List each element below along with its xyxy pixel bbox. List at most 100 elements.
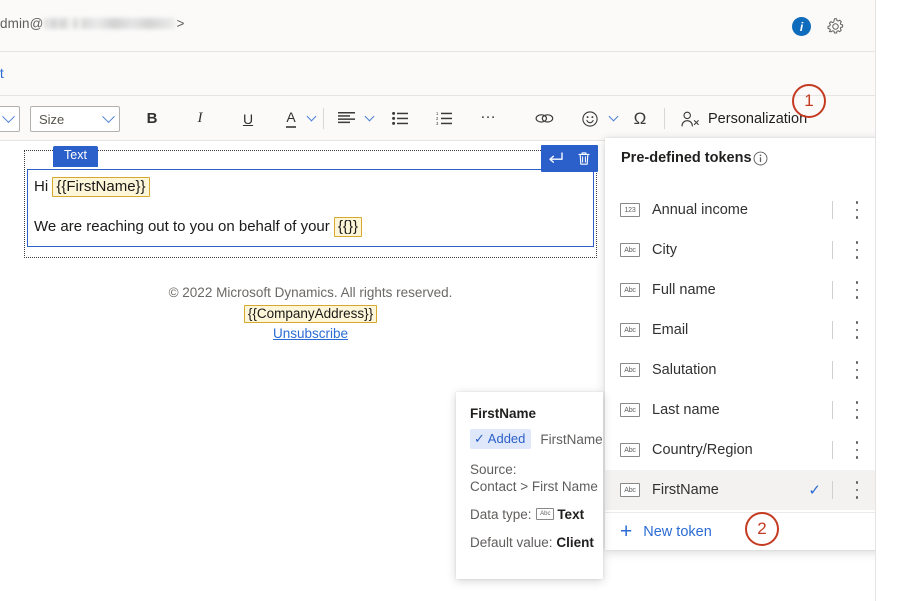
rich-text-toolbar: Size B I U A: [0, 96, 876, 141]
italic-label: I: [198, 110, 203, 127]
right-rail-background: [876, 0, 900, 601]
redacted-domain-part-3: [81, 18, 175, 29]
token-row[interactable]: Abc Email: [605, 310, 877, 350]
token-row-divider: [832, 401, 833, 419]
new-token-label: New token: [643, 524, 712, 540]
redacted-domain-part-2: [72, 18, 79, 29]
subject-text[interactable]: ject: [0, 65, 4, 81]
overflow-label: …: [480, 105, 496, 123]
token-row-more-icon[interactable]: [855, 281, 859, 299]
token-row[interactable]: AbcSalutation: [605, 350, 877, 390]
underline-button[interactable]: U: [234, 96, 262, 141]
token-row-more-icon[interactable]: [855, 441, 859, 459]
token-row[interactable]: Abc Full name: [605, 270, 877, 310]
font-color-dropdown[interactable]: [300, 96, 322, 141]
link-button[interactable]: [530, 96, 558, 141]
plus-icon: +: [620, 521, 632, 542]
token-row-label: Full name: [652, 282, 716, 298]
numbered-list-icon: 1 2 3: [436, 112, 452, 125]
token-row-more-icon[interactable]: [855, 241, 859, 259]
text-type-icon: Abc: [620, 483, 640, 497]
new-token-button[interactable]: + New token: [605, 512, 877, 550]
font-size-value: Size: [39, 112, 98, 127]
token-selected-check-icon: ✓: [808, 481, 821, 499]
from-address-prefix: dmin@: [0, 16, 43, 31]
font-size-select[interactable]: Size: [30, 106, 120, 132]
bulleted-list-button[interactable]: [386, 96, 414, 141]
token-row-divider: [832, 201, 833, 219]
numbered-list-button[interactable]: 1 2 3: [430, 96, 458, 141]
emoji-dropdown[interactable]: [602, 96, 624, 141]
token-row[interactable]: 123 Annual income: [605, 190, 877, 230]
italic-button[interactable]: I: [186, 96, 214, 141]
tooltip-added-row: ✓ Added FirstName: [470, 429, 603, 449]
token-row-divider: [832, 281, 833, 299]
email-footer-unsubscribe-link[interactable]: Unsubscribe: [24, 326, 597, 341]
bulleted-list-icon: [392, 112, 408, 125]
token-row-more-icon[interactable]: [855, 401, 859, 419]
info-circle-icon[interactable]: [753, 151, 768, 166]
redacted-domain-part-1: [44, 18, 70, 29]
from-address: dmin@>: [0, 16, 184, 31]
unsubscribe-label: Unsubscribe: [273, 326, 348, 341]
annotation-1-number: 1: [804, 91, 813, 111]
toolbar-divider-2: [664, 108, 665, 129]
panel-title: Pre-defined tokens: [621, 150, 752, 166]
text-type-icon: Abc: [620, 283, 640, 297]
token-row[interactable]: AbcLast name: [605, 390, 877, 430]
text-type-icon: Abc: [620, 323, 640, 337]
token-row-divider: [832, 321, 833, 339]
text-type-icon: Abc: [536, 508, 554, 520]
token-row[interactable]: Abc FirstName ✓: [605, 470, 877, 510]
enter-return-icon[interactable]: [543, 148, 567, 170]
annotation-2-number: 2: [757, 519, 766, 539]
more-options-button[interactable]: …: [474, 96, 502, 141]
text-type-icon: Abc: [620, 243, 640, 257]
align-left-icon: [338, 112, 355, 125]
token-row-more-icon[interactable]: [855, 201, 859, 219]
tooltip-source-label: Source:: [470, 462, 603, 477]
token-row-label: FirstName: [652, 482, 719, 498]
email-body-line-2[interactable]: We are reaching out to you on behalf of …: [34, 218, 362, 235]
gear-icon[interactable]: [824, 15, 847, 38]
align-dropdown[interactable]: [358, 96, 380, 141]
token-firstname-inline[interactable]: {{FirstName}}: [52, 177, 149, 197]
svg-text:3: 3: [436, 121, 439, 125]
added-status-badge: ✓ Added: [470, 429, 531, 449]
token-empty-inline[interactable]: {{}}: [334, 217, 362, 237]
text-block-action-bar: [541, 145, 598, 172]
token-row[interactable]: AbcCountry/Region: [605, 430, 877, 470]
symbol-button[interactable]: Ω: [626, 96, 654, 141]
text-type-icon: Abc: [620, 363, 640, 377]
token-row-more-icon[interactable]: [855, 361, 859, 379]
token-row-more-icon[interactable]: [855, 321, 859, 339]
token-row-label: Country/Region: [652, 442, 753, 458]
info-icon[interactable]: i: [792, 17, 811, 36]
annotation-marker-2: 2: [745, 512, 779, 546]
number-type-icon: 123: [620, 203, 640, 217]
text-block-type-label: Text: [53, 146, 98, 167]
app-root: dmin@> i ject Size B I U: [0, 0, 900, 601]
subject-row[interactable]: [0, 52, 900, 96]
chevron-down-icon: [608, 112, 618, 122]
font-family-select[interactable]: [0, 106, 20, 132]
emoji-button[interactable]: [576, 96, 604, 141]
personalization-person-icon[interactable]: [676, 96, 704, 141]
token-row-label: Email: [652, 322, 688, 338]
email-footer-address: {{CompanyAddress}}: [24, 305, 597, 323]
token-row-label: Last name: [652, 402, 720, 418]
token-row[interactable]: AbcCity: [605, 230, 877, 270]
token-companyaddress-inline[interactable]: {{CompanyAddress}}: [244, 305, 377, 323]
bold-button[interactable]: B: [138, 96, 166, 141]
token-row-more-icon[interactable]: [855, 481, 859, 499]
symbol-label: Ω: [634, 109, 647, 129]
info-icon-label: i: [800, 21, 803, 33]
align-button[interactable]: [332, 96, 360, 141]
email-body-line-1[interactable]: Hi {{FirstName}}: [34, 178, 150, 195]
email-footer-copyright: © 2022 Microsoft Dynamics. All rights re…: [24, 285, 597, 300]
token-row-divider: [832, 481, 833, 499]
tooltip-default-value-row: Default value: Client: [470, 535, 603, 550]
token-row-label: Annual income: [652, 202, 748, 218]
data-type-value: Text: [557, 507, 584, 522]
trash-icon[interactable]: [572, 148, 596, 170]
